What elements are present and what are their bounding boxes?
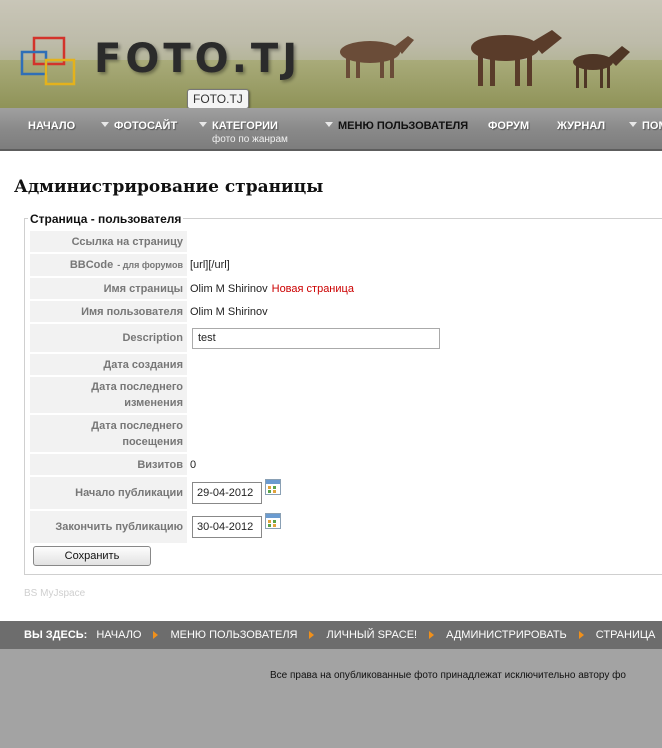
row-description: Description	[30, 324, 662, 352]
breadcrumb-arrow-icon	[309, 631, 315, 639]
horse-illustration	[340, 36, 414, 78]
breadcrumb: ВЫ ЗДЕСЬ: НАЧАЛО МЕНЮ ПОЛЬЗОВАТЕЛЯ ЛИЧНЫ…	[0, 621, 662, 649]
created-date-label: Дата создания	[30, 354, 187, 375]
caret-down-icon	[325, 122, 333, 127]
nav-item-user-menu[interactable]: МЕНЮ ПОЛЬЗОВАТЕЛЯ	[325, 120, 468, 132]
breadcrumb-item-user-menu[interactable]: МЕНЮ ПОЛЬЗОВАТЕЛЯ	[170, 629, 297, 641]
nav-item-categories-subtitle[interactable]: фото по жанрам	[212, 134, 288, 145]
copyright-text: Все права на опубликованные фото принадл…	[270, 670, 626, 681]
site-footer: Все права на опубликованные фото принадл…	[0, 649, 662, 748]
component-credit[interactable]: BS MyJspace	[24, 588, 85, 599]
breadcrumb-item-personal-space[interactable]: ЛИЧНЫЙ SPACE!	[326, 629, 417, 641]
calendar-icon[interactable]	[265, 513, 281, 529]
user-name-label: Имя пользователя	[30, 301, 187, 322]
row-bbcode: BBCode - для форумов [url][/url]	[30, 254, 662, 276]
page-name-text: Olim M Shirinov	[190, 282, 268, 295]
foal-illustration	[573, 46, 630, 88]
logo-squares-icon	[20, 36, 76, 86]
visited-date-label: Дата последнего посещения	[30, 415, 187, 452]
site-logo-text[interactable]: FOTO.TJ	[94, 36, 301, 82]
horse-illustration	[471, 30, 562, 86]
nav-item-label: ФОТОСАЙТ	[114, 120, 178, 132]
bbcode-label-text: BBCode	[69, 259, 114, 271]
row-page-link: Ссылка на страницу	[30, 231, 662, 252]
nav-item-help[interactable]: ПОМ	[629, 120, 662, 132]
nav-item-home[interactable]: НАЧАЛО	[28, 120, 75, 132]
bbcode-label-hint: - для форумов	[117, 260, 183, 270]
row-user-name: Имя пользователя Olim M Shirinov	[30, 301, 662, 322]
breadcrumb-lead: ВЫ ЗДЕСЬ:	[24, 629, 88, 641]
caret-down-icon	[629, 122, 637, 127]
bbcode-value: [url][/url]	[190, 259, 230, 271]
caret-down-icon	[101, 122, 109, 127]
breadcrumb-arrow-icon	[153, 631, 159, 639]
nav-item-forum[interactable]: ФОРУМ	[488, 120, 529, 132]
page-title: Администрирование страницы	[14, 177, 324, 197]
nav-item-label: ЖУРНАЛ	[557, 120, 606, 132]
main-nav: НАЧАЛО ФОТОСАЙТ КАТЕГОРИИ фото по жанрам…	[0, 108, 662, 151]
caret-down-icon	[199, 122, 207, 127]
breadcrumb-item-administer[interactable]: АДМИНИСТРИРОВАТЬ	[446, 629, 567, 641]
nav-item-label: НАЧАЛО	[28, 120, 76, 132]
page-name-value: Olim M Shirinov Новая страница	[190, 278, 354, 299]
description-input[interactable]	[192, 327, 440, 349]
row-visited-date: Дата последнего посещения	[30, 415, 662, 452]
site-header: FOTO.TJ FOTO.TJ	[0, 0, 662, 108]
visits-label: Визитов	[30, 454, 187, 475]
page-link-label: Ссылка на страницу	[30, 231, 187, 252]
fieldset-legend: Страница - пользователя	[28, 212, 184, 226]
nav-item-photosite[interactable]: ФОТОСАЙТ	[101, 120, 177, 132]
description-label: Description	[30, 324, 187, 352]
publication-start-label: Начало публикации	[30, 477, 187, 509]
breadcrumb-item-home[interactable]: НАЧАЛО	[96, 629, 141, 641]
nav-item-label: МЕНЮ ПОЛЬЗОВАТЕЛЯ	[338, 120, 469, 132]
publication-start-input[interactable]	[192, 482, 262, 504]
nav-item-label: КАТЕГОРИИ	[212, 120, 278, 132]
save-button[interactable]: Сохранить	[33, 546, 151, 566]
row-publication-start: Начало публикации	[30, 477, 662, 509]
row-page-name: Имя страницы Olim M Shirinov Новая стран…	[30, 278, 662, 299]
publication-end-input[interactable]	[192, 516, 262, 538]
row-visits: Визитов 0	[30, 454, 662, 475]
description-cell	[192, 324, 440, 352]
breadcrumb-arrow-icon	[578, 631, 584, 639]
publication-end-cell	[192, 511, 281, 543]
nav-item-label: ФОРУМ	[488, 120, 530, 132]
row-publication-end: Закончить публикацию	[30, 511, 662, 543]
modified-date-label: Дата последнего изменения	[30, 377, 187, 413]
new-page-link[interactable]: Новая страница	[272, 283, 354, 295]
breadcrumb-item-page: СТРАНИЦА	[595, 629, 656, 641]
calendar-icon[interactable]	[265, 479, 281, 495]
nav-item-label: ПОМ	[642, 120, 662, 132]
page: FOTO.TJ FOTO.TJ НАЧАЛО ФОТОСАЙТ КАТЕГОРИ…	[0, 0, 662, 748]
user-name-value: Olim M Shirinov	[190, 305, 268, 318]
logo-tooltip: FOTO.TJ	[187, 89, 249, 108]
bbcode-label: BBCode - для форумов	[30, 254, 187, 276]
publication-start-cell	[192, 477, 281, 509]
visits-value: 0	[190, 458, 197, 471]
nav-item-journal[interactable]: ЖУРНАЛ	[557, 120, 605, 132]
row-modified-date: Дата последнего изменения	[30, 377, 662, 413]
row-created-date: Дата создания	[30, 354, 662, 375]
nav-item-categories[interactable]: КАТЕГОРИИ	[199, 120, 278, 132]
publication-end-label: Закончить публикацию	[30, 511, 187, 543]
breadcrumb-arrow-icon	[429, 631, 435, 639]
page-name-label: Имя страницы	[30, 278, 187, 299]
